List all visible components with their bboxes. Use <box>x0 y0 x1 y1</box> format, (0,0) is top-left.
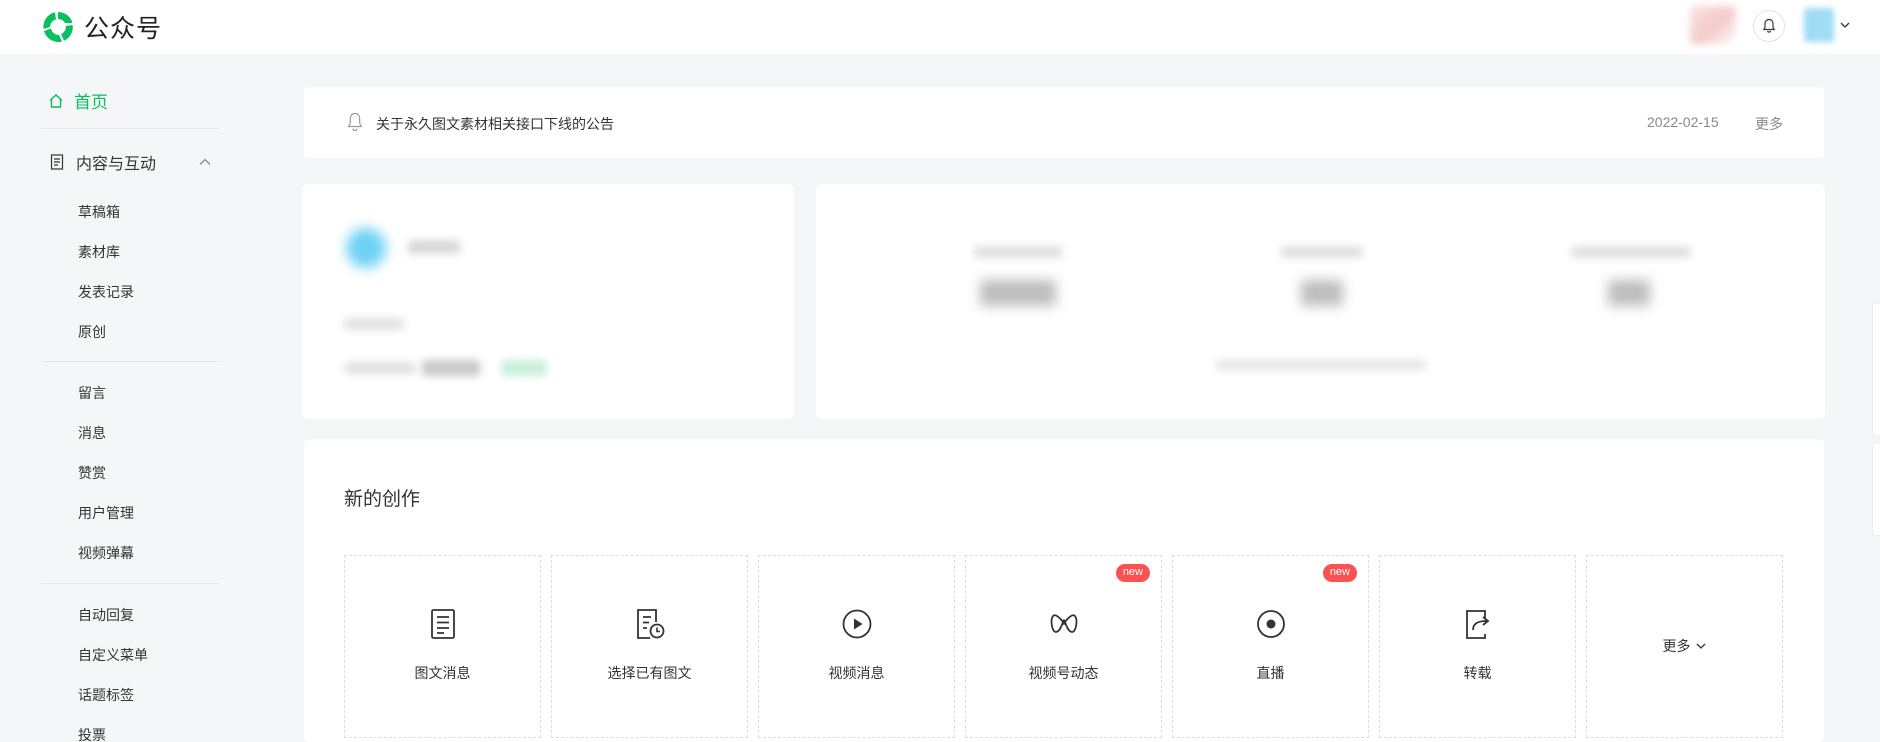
sidebar-item-comments[interactable]: 留言 <box>78 383 106 403</box>
wechat-logo-icon <box>43 11 73 43</box>
stat-value-blurred <box>980 280 1056 306</box>
app-title: 公众号 <box>84 15 163 43</box>
top-bar: 公众号 <box>0 0 1880 54</box>
stat-value-blurred <box>1608 280 1650 306</box>
home-icon <box>49 93 63 108</box>
create-tile-channels[interactable]: new 视频号动态 <box>965 555 1162 738</box>
sidebar-item-auto-reply[interactable]: 自动回复 <box>78 605 134 625</box>
account-info-card <box>302 184 794 419</box>
play-icon <box>842 609 871 639</box>
sidebar-item-reward[interactable]: 赞赏 <box>78 463 106 483</box>
section-title: 新的创作 <box>344 489 421 510</box>
create-tile-live[interactable]: new 直播 <box>1172 555 1369 738</box>
chevron-up-icon[interactable] <box>198 155 212 169</box>
sidebar-item-video-danmaku[interactable]: 视频弹幕 <box>78 543 134 563</box>
live-icon <box>1256 610 1285 638</box>
sidebar-item-drafts[interactable]: 草稿箱 <box>78 202 120 222</box>
sidebar-item-messages[interactable]: 消息 <box>78 423 106 443</box>
account-tag-blurred <box>502 360 546 376</box>
tile-label: 直播 <box>1256 665 1285 681</box>
stat-footnote-blurred <box>1216 360 1426 370</box>
bell-icon <box>1762 18 1776 33</box>
sidebar-item-materials[interactable]: 素材库 <box>78 242 120 262</box>
account-name-blurred <box>408 240 460 254</box>
divider <box>42 361 218 362</box>
bell-icon <box>347 112 363 132</box>
logo[interactable]: 公众号 <box>40 9 162 45</box>
account-value-blurred <box>422 360 480 376</box>
chevron-down-icon <box>1696 643 1705 649</box>
sidebar-item-vote[interactable]: 投票 <box>78 725 106 742</box>
sidebar-item-home[interactable]: 首页 <box>48 88 108 113</box>
article-icon <box>430 609 455 639</box>
account-thumbnail[interactable] <box>1690 6 1736 44</box>
new-badge: new <box>1322 564 1357 582</box>
sidebar-item-custom-menu[interactable]: 自定义菜单 <box>78 645 148 665</box>
stat-label-blurred <box>974 246 1062 258</box>
create-tile-existing-article[interactable]: 选择已有图文 <box>551 555 748 738</box>
divider <box>42 583 218 584</box>
notification-button[interactable] <box>1753 10 1785 42</box>
sidebar-group-content[interactable]: 内容与互动 <box>50 150 220 174</box>
create-tile-article[interactable]: 图文消息 <box>344 555 541 738</box>
repost-icon <box>1465 610 1489 639</box>
announcement-date: 2022-02-15 <box>1647 114 1719 130</box>
account-avatar <box>346 228 386 268</box>
announcement-link[interactable]: 关于永久图文素材相关接口下线的公告 <box>376 114 614 134</box>
tile-label: 视频号动态 <box>1028 665 1099 681</box>
chevron-down-icon[interactable] <box>1839 19 1851 31</box>
sidebar-item-user-management[interactable]: 用户管理 <box>78 503 134 523</box>
announcement-bar: 关于永久图文素材相关接口下线的公告 2022-02-15 更多 <box>304 87 1824 158</box>
new-creation-card: 新的创作 图文消息 选择已有图文 视频消息 new 视频号动态 new 直播 转… <box>304 439 1824 742</box>
floating-panel-edge[interactable] <box>1872 302 1880 436</box>
account-info-blurred <box>344 362 416 374</box>
stat-label-blurred <box>1571 246 1691 258</box>
divider <box>42 128 218 129</box>
sidebar: 首页 内容与互动 草稿箱 素材库 发表记录 原创 留言 消息 赞赏 用户管理 视… <box>0 54 240 742</box>
stats-card <box>816 184 1825 419</box>
floating-panel-edge[interactable] <box>1872 442 1880 536</box>
sidebar-item-original[interactable]: 原创 <box>78 322 106 342</box>
stat-label-blurred <box>1281 246 1363 258</box>
channels-icon <box>1050 614 1077 633</box>
create-tile-more[interactable]: 更多 <box>1586 555 1783 738</box>
sidebar-item-publish-history[interactable]: 发表记录 <box>78 282 134 302</box>
tile-label: 图文消息 <box>414 665 471 681</box>
document-icon <box>50 154 64 170</box>
more-label: 更多 <box>1662 638 1691 654</box>
stat-value-blurred <box>1301 280 1343 306</box>
create-tile-repost[interactable]: 转载 <box>1379 555 1576 738</box>
account-info-blurred <box>344 318 404 330</box>
sidebar-item-label: 首页 <box>74 93 108 112</box>
new-badge: new <box>1115 564 1150 582</box>
tile-label: 视频消息 <box>828 665 885 681</box>
history-article-icon <box>636 609 664 639</box>
avatar[interactable] <box>1804 8 1834 42</box>
announcement-more-link[interactable]: 更多 <box>1755 114 1783 134</box>
tile-label: 选择已有图文 <box>607 665 692 681</box>
tile-label: 转载 <box>1463 665 1492 681</box>
create-tile-video[interactable]: 视频消息 <box>758 555 955 738</box>
sidebar-group-label: 内容与互动 <box>76 156 157 173</box>
sidebar-item-topic-tags[interactable]: 话题标签 <box>78 685 134 705</box>
